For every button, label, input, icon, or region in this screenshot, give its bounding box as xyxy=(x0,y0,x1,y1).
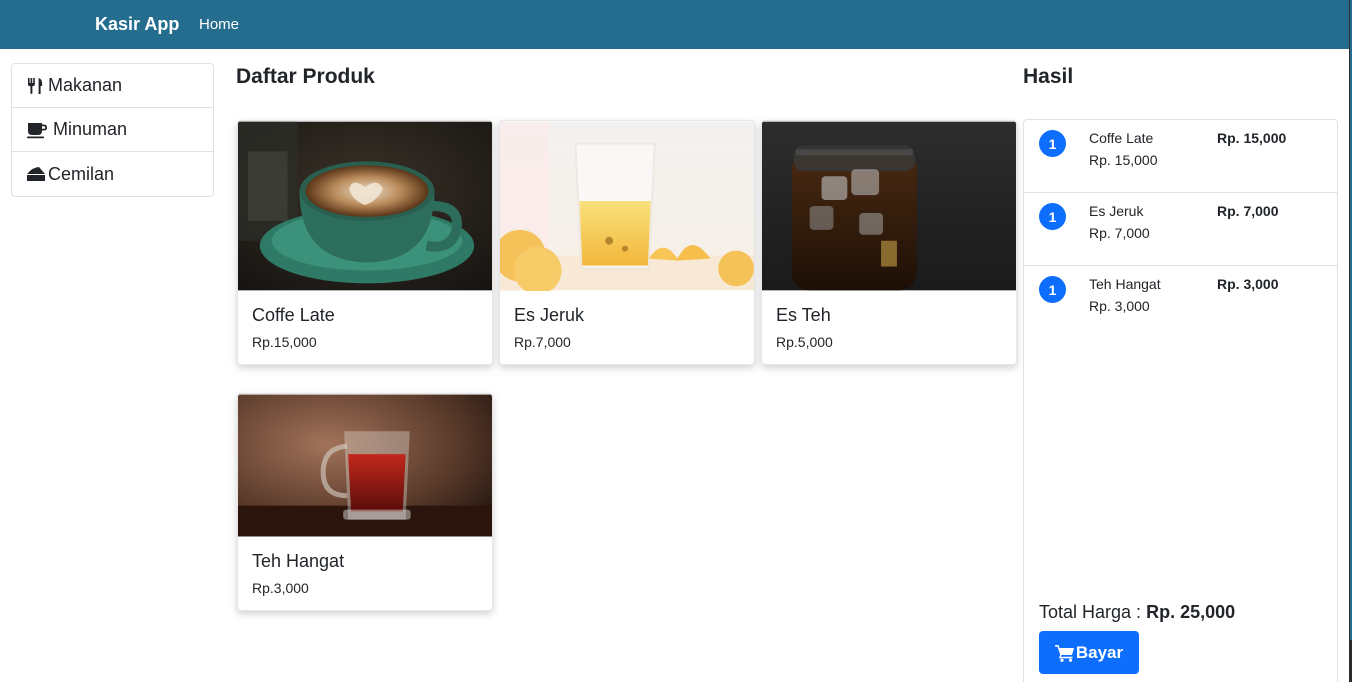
cart-item-total: Rp. 15,000 xyxy=(1217,130,1287,146)
total-value: Rp. 25,000 xyxy=(1146,602,1236,622)
utensils-icon xyxy=(28,77,43,94)
category-label: Minuman xyxy=(53,119,128,139)
product-price: Rp.5,000 xyxy=(776,334,833,350)
products-title: Daftar Produk xyxy=(236,65,375,88)
product-name: Teh Hangat xyxy=(252,551,345,571)
cart-item-unit-price: Rp. 3,000 xyxy=(1089,298,1150,314)
result-title: Hasil xyxy=(1023,65,1074,88)
cart-item-es-jeruk[interactable]: 1 Es Jeruk Rp. 7,000 Rp. 7,000 xyxy=(1024,193,1337,266)
cart-item-unit-price: Rp. 15,000 xyxy=(1089,152,1158,168)
coffee-icon xyxy=(27,122,47,138)
nav-home-link[interactable]: Home xyxy=(199,16,239,33)
quantity-badge: 1 xyxy=(1039,130,1066,157)
category-label: Cemilan xyxy=(48,163,115,184)
cart-item-teh-hangat[interactable]: 1 Teh Hangat Rp. 3,000 Rp. 3,000 xyxy=(1024,266,1337,339)
cart-item-name: Teh Hangat xyxy=(1089,276,1161,292)
product-card-teh-hangat[interactable]: Teh Hangat Rp.3,000 xyxy=(237,393,493,611)
product-name: Es Teh xyxy=(776,305,831,325)
product-card-coffe-late[interactable]: Coffe Late Rp.15,000 xyxy=(237,120,493,365)
orange-juice-photo xyxy=(500,121,754,291)
category-list: Makanan Minuman Cemilan xyxy=(11,63,214,197)
category-item-makanan[interactable]: Makanan xyxy=(12,64,213,108)
brand-title[interactable]: Kasir App xyxy=(95,14,179,35)
category-label: Makanan xyxy=(48,75,123,95)
hot-tea-photo xyxy=(238,394,492,537)
product-card-es-teh[interactable]: Es Teh Rp.5,000 xyxy=(761,120,1017,365)
quantity-badge: 1 xyxy=(1039,203,1066,230)
total-label: Total Harga : xyxy=(1039,602,1142,622)
product-card-es-jeruk[interactable]: Es Jeruk Rp.7,000 xyxy=(499,120,755,365)
total-price: Total Harga : Rp. 25,000 xyxy=(1039,602,1235,623)
category-item-cemilan[interactable]: Cemilan xyxy=(12,152,213,196)
cart-icon xyxy=(1054,644,1074,662)
navbar: Kasir App Home xyxy=(0,0,1352,49)
iced-tea-photo xyxy=(762,121,1016,291)
product-name: Es Jeruk xyxy=(514,305,585,325)
cart-item-coffe-late[interactable]: 1 Coffe Late Rp. 15,000 Rp. 15,000 xyxy=(1024,120,1337,193)
product-price: Rp.15,000 xyxy=(252,334,317,350)
cart-item-name: Es Jeruk xyxy=(1089,203,1144,219)
cart-item-unit-price: Rp. 7,000 xyxy=(1089,225,1150,241)
quantity-badge: 1 xyxy=(1039,276,1066,303)
cart-item-total: Rp. 7,000 xyxy=(1217,203,1279,219)
product-price: Rp.7,000 xyxy=(514,334,571,350)
latte-photo xyxy=(238,121,492,291)
result-panel: 1 Coffe Late Rp. 15,000 Rp. 15,000 1 Es … xyxy=(1023,119,1338,682)
product-name: Coffe Late xyxy=(252,305,335,325)
cart-item-total: Rp. 3,000 xyxy=(1217,276,1279,292)
product-price: Rp.3,000 xyxy=(252,580,309,596)
cart-item-name: Coffe Late xyxy=(1089,130,1154,146)
pay-button-label: Bayar xyxy=(1075,642,1124,662)
cheese-icon xyxy=(27,167,45,181)
pay-button[interactable]: Bayar xyxy=(1039,631,1139,674)
category-item-minuman[interactable]: Minuman xyxy=(12,108,213,152)
